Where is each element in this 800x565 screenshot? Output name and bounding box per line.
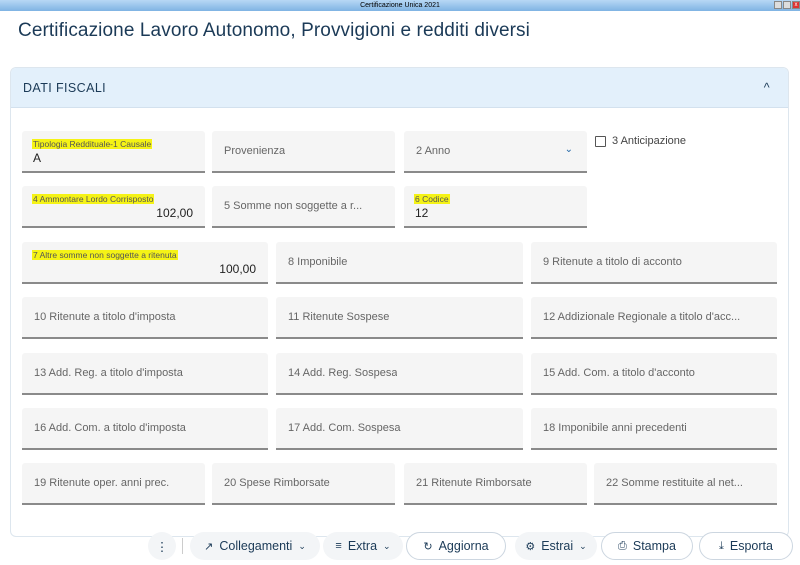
extra-button[interactable]: ≡ Extra ⌄	[323, 532, 403, 560]
field-label: 12 Addizionale Regionale a titolo d'acc.…	[543, 311, 741, 323]
gear-icon: ⚙	[525, 540, 536, 553]
tipologia-field[interactable]: Tipologia Reddituale-1 Causale A	[22, 131, 205, 173]
collegamenti-button[interactable]: ↗ Collegamenti ⌄	[190, 532, 320, 560]
button-label: Collegamenti	[219, 539, 293, 553]
close-icon[interactable]: x	[792, 1, 800, 9]
menu-icon: ≡	[335, 540, 342, 552]
ritenute-anni-prec-field[interactable]: 19 Ritenute oper. anni prec.	[22, 463, 205, 505]
field-label: 17 Add. Com. Sospesa	[288, 422, 401, 434]
somme-restituite-field[interactable]: 22 Somme restituite al net...	[594, 463, 777, 505]
ritenute-sospese-field[interactable]: 11 Ritenute Sospese	[276, 297, 523, 339]
add-com-acconto-field[interactable]: 15 Add. Com. a titolo d'acconto	[531, 353, 777, 395]
imponibile-anni-prec-field[interactable]: 18 Imponibile anni precedenti	[531, 408, 777, 450]
add-com-sospesa-field[interactable]: 17 Add. Com. Sospesa	[276, 408, 523, 450]
ritenute-imposta-field[interactable]: 10 Ritenute a titolo d'imposta	[22, 297, 268, 339]
checkbox-icon[interactable]	[595, 135, 606, 147]
estrai-button[interactable]: ⚙ Estrai ⌄	[515, 532, 597, 560]
button-label: Extra	[347, 539, 378, 553]
field-value: A	[33, 151, 42, 165]
more-options-button[interactable]: ⋮	[148, 532, 176, 560]
field-label: 19 Ritenute oper. anni prec.	[34, 477, 170, 489]
field-label: 13 Add. Reg. a titolo d'imposta	[34, 367, 183, 379]
field-label: 6 Codice	[414, 194, 450, 204]
window-title: Certificazione Unica 2021	[360, 2, 440, 9]
section-title: DATI FISCALI	[23, 80, 107, 95]
field-label: 8 Imponibile	[288, 256, 348, 268]
field-label: 22 Somme restituite al net...	[606, 477, 743, 489]
spese-rimborsate-field[interactable]: 20 Spese Rimborsate	[212, 463, 395, 505]
anticipazione-checkbox[interactable]: 3 Anticipazione	[595, 135, 686, 147]
button-label: Estrai	[541, 539, 574, 553]
toolbar-divider	[182, 538, 183, 554]
field-label: 11 Ritenute Sospese	[288, 311, 390, 323]
window-titlebar: Certificazione Unica 2021 x	[0, 0, 800, 11]
field-value: 102,00	[156, 206, 193, 220]
field-label: 4 Ammontare Lordo Corrisposto	[32, 194, 155, 204]
field-label: 7 Altre somme non soggette a ritenuta	[32, 250, 178, 260]
stampa-button[interactable]: ⎙ Stampa	[601, 532, 693, 560]
addizionale-regionale-field[interactable]: 12 Addizionale Regionale a titolo d'acc.…	[531, 297, 777, 339]
field-label: 9 Ritenute a titolo di acconto	[543, 256, 682, 268]
page-title: Certificazione Lavoro Autonomo, Provvigi…	[18, 20, 530, 41]
ritenute-acconto-field[interactable]: 9 Ritenute a titolo di acconto	[531, 242, 777, 284]
field-value: 12	[415, 206, 429, 220]
anno-select[interactable]: 2 Anno ⌄	[404, 131, 587, 173]
button-label: Stampa	[632, 539, 676, 553]
printer-icon: ⎙	[618, 539, 627, 552]
download-icon: ⤓	[719, 539, 724, 552]
chevron-down-icon: ⌄	[579, 540, 587, 551]
chevron-up-icon[interactable]: ^	[764, 81, 770, 95]
somme-non-soggette-field[interactable]: 5 Somme non soggette a r...	[212, 186, 395, 228]
add-reg-sospesa-field[interactable]: 14 Add. Reg. Sospesa	[276, 353, 523, 395]
field-label: 5 Somme non soggette a r...	[224, 200, 363, 212]
external-link-icon: ↗	[204, 540, 214, 553]
chevron-down-icon: ⌄	[298, 540, 306, 551]
altre-somme-field[interactable]: 7 Altre somme non soggette a ritenuta 100…	[22, 242, 268, 284]
imponibile-field[interactable]: 8 Imponibile	[276, 242, 523, 284]
ritenute-rimborsate-field[interactable]: 21 Ritenute Rimborsate	[404, 463, 587, 505]
field-label: 16 Add. Com. a titolo d'imposta	[34, 422, 186, 434]
field-label: 20 Spese Rimborsate	[224, 477, 330, 489]
add-reg-imposta-field[interactable]: 13 Add. Reg. a titolo d'imposta	[22, 353, 268, 395]
field-label: 21 Ritenute Rimborsate	[416, 477, 532, 489]
field-label: 10 Ritenute a titolo d'imposta	[34, 311, 176, 323]
chevron-down-icon: ⌄	[383, 540, 391, 551]
button-label: Esporta	[729, 539, 773, 553]
button-label: Aggiorna	[438, 539, 489, 553]
codice-field[interactable]: 6 Codice 12	[404, 186, 587, 228]
field-value: 100,00	[219, 262, 256, 276]
kebab-icon: ⋮	[155, 539, 169, 554]
minimize-icon[interactable]	[774, 1, 782, 9]
field-label: 15 Add. Com. a titolo d'acconto	[543, 367, 695, 379]
field-label: 18 Imponibile anni precedenti	[543, 422, 687, 434]
add-com-imposta-field[interactable]: 16 Add. Com. a titolo d'imposta	[22, 408, 268, 450]
panel-header[interactable]: DATI FISCALI ^	[11, 68, 788, 108]
aggiorna-button[interactable]: ↻ Aggiorna	[406, 532, 506, 560]
maximize-icon[interactable]	[783, 1, 791, 9]
field-label: 2 Anno	[416, 145, 451, 157]
chevron-down-icon: ⌄	[564, 144, 573, 155]
ammontare-lordo-field[interactable]: 4 Ammontare Lordo Corrisposto 102,00	[22, 186, 205, 228]
refresh-icon: ↻	[423, 540, 433, 553]
field-label: 14 Add. Reg. Sospesa	[288, 367, 398, 379]
esporta-button[interactable]: ⤓ Esporta	[699, 532, 793, 560]
provenienza-field[interactable]: Provenienza	[212, 131, 395, 173]
checkbox-label: 3 Anticipazione	[612, 135, 686, 147]
field-label: Tipologia Reddituale-1 Causale	[32, 139, 153, 149]
field-label: Provenienza	[224, 145, 286, 157]
